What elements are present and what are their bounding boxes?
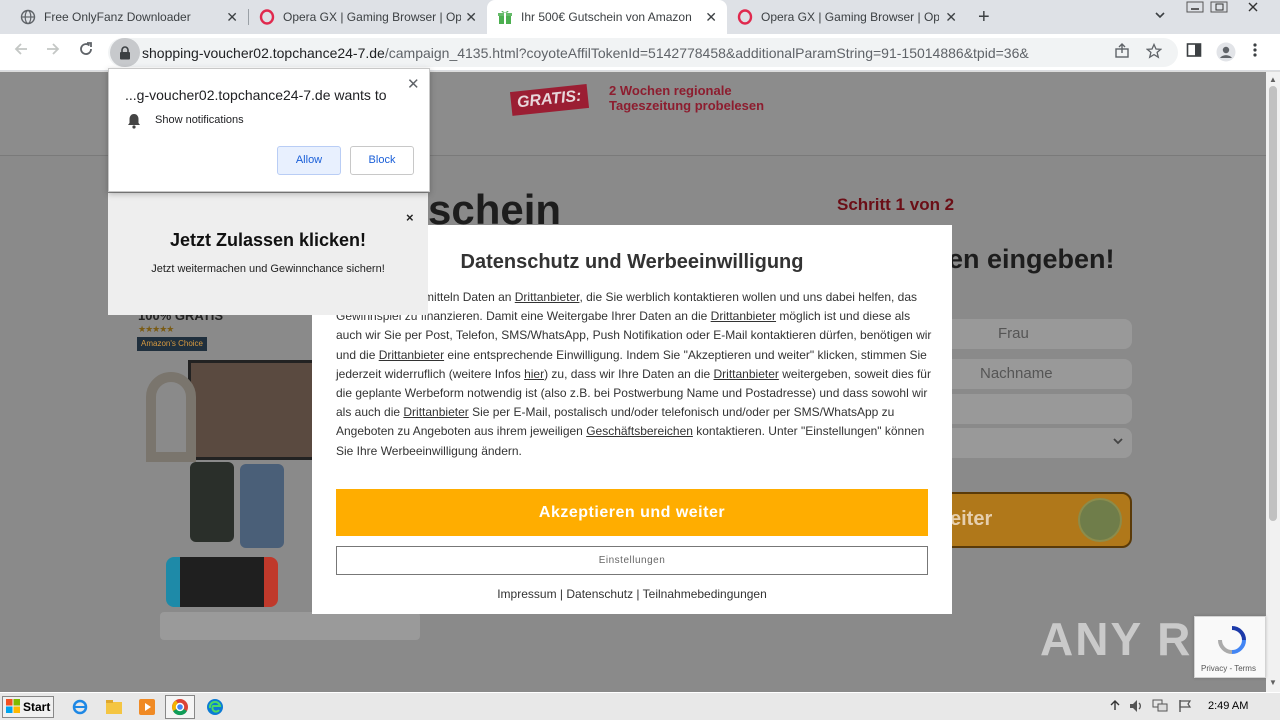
- phone-image: [190, 462, 234, 542]
- permission-label: Show notifications: [155, 114, 244, 126]
- helper-subtitle: Jetzt weitermachen und Gewinnchance sich…: [151, 263, 385, 275]
- gratis-logo: GRATIS:: [497, 78, 601, 128]
- block-button[interactable]: Block: [350, 146, 414, 175]
- product-base-image: [160, 612, 420, 640]
- chevron-down-icon[interactable]: [1154, 9, 1166, 24]
- gratis-badge: GRATIS:: [509, 84, 589, 116]
- geschaeftsbereichen-link[interactable]: Geschäftsbereichen: [586, 424, 693, 438]
- chevron-down-icon: [1112, 434, 1124, 451]
- notification-permission-prompt: ...g-voucher02.topchance24-7.de wants to…: [108, 68, 430, 192]
- back-icon[interactable]: [12, 40, 30, 63]
- forward-icon[interactable]: [44, 40, 62, 63]
- info-link[interactable]: hier: [524, 367, 544, 381]
- drittanbieter-link[interactable]: Drittanbieter: [711, 309, 776, 323]
- close-window-icon[interactable]: [1242, 1, 1264, 15]
- tab-2[interactable]: Opera GX | Gaming Browser | Opera ✕: [249, 0, 487, 34]
- tab-strip: Free OnlyFanz Downloader ✕ Opera GX | Ga…: [0, 0, 1280, 34]
- scroll-up-icon[interactable]: ▲: [1269, 75, 1277, 84]
- internet-explorer-icon[interactable]: [70, 697, 90, 717]
- switch-console-image: [166, 557, 278, 607]
- close-tab-icon[interactable]: ✕: [465, 9, 477, 26]
- page-scrollbar[interactable]: ▲ ▼: [1266, 72, 1280, 692]
- close-tab-icon[interactable]: ✕: [945, 9, 957, 26]
- close-tab-icon[interactable]: ✕: [226, 9, 238, 26]
- settings-button[interactable]: Einstellungen: [336, 546, 928, 575]
- more-menu-icon[interactable]: [1252, 42, 1258, 62]
- recaptcha-logo-icon: [1217, 625, 1247, 660]
- tab-title: Ihr 500€ Gutschein von Amazon: [521, 10, 692, 24]
- recaptcha-badge[interactable]: Privacy - Terms: [1194, 616, 1266, 678]
- start-button[interactable]: Start: [2, 696, 54, 718]
- form-heading: en eingeben!: [948, 244, 1115, 274]
- chrome-icon[interactable]: [165, 695, 195, 719]
- tab-1[interactable]: Free OnlyFanz Downloader ✕: [0, 0, 248, 34]
- file-explorer-icon[interactable]: [104, 697, 124, 717]
- opera-icon: [259, 9, 275, 25]
- media-player-icon[interactable]: [137, 697, 157, 717]
- notification-helper-popup: × Jetzt Zulassen klicken! Jetzt weiterma…: [108, 193, 428, 315]
- rating-stars: ★★★★★: [138, 324, 174, 334]
- drittanbieter-link[interactable]: Drittanbieter: [379, 348, 444, 362]
- recaptcha-terms[interactable]: Privacy - Terms: [1201, 664, 1256, 673]
- browser-toolbar: shopping-voucher02.topchance24-7.de/camp…: [0, 34, 1280, 71]
- drittanbieter-link[interactable]: Drittanbieter: [714, 367, 779, 381]
- monitor-image: [188, 360, 318, 460]
- tab-4[interactable]: Opera GX | Gaming Browser | Opera ✕: [727, 0, 967, 34]
- url-text[interactable]: shopping-voucher02.topchance24-7.de/camp…: [142, 45, 1102, 61]
- opera-icon: [737, 9, 753, 25]
- windows-logo-icon: [6, 698, 20, 716]
- address-bar[interactable]: shopping-voucher02.topchance24-7.de/camp…: [108, 38, 1178, 67]
- action-center-flag-icon[interactable]: [1178, 699, 1192, 716]
- scroll-down-icon[interactable]: ▼: [1269, 678, 1277, 687]
- datenschutz-seal-icon: [1078, 498, 1122, 542]
- edge-icon[interactable]: [205, 697, 225, 717]
- close-tab-icon[interactable]: ✕: [705, 9, 717, 26]
- share-icon[interactable]: [1114, 43, 1130, 63]
- globe-icon: [20, 9, 36, 25]
- allow-button[interactable]: Allow: [277, 146, 341, 175]
- system-clock: 2:49 AM: [1208, 700, 1249, 712]
- tab-3-active[interactable]: Ihr 500€ Gutschein von Amazon ✕: [487, 0, 727, 34]
- datenschutz-link[interactable]: Datenschutz: [566, 587, 633, 601]
- step-indicator: Schritt 1 von 2: [837, 195, 955, 214]
- reload-icon[interactable]: [77, 40, 95, 63]
- iphone-image: [240, 464, 284, 548]
- tab-title: Opera GX | Gaming Browser | Opera: [761, 10, 939, 24]
- accept-button[interactable]: Akzeptieren und weiter: [336, 489, 928, 536]
- maximize-icon[interactable]: [1208, 1, 1230, 15]
- volume-icon[interactable]: [1128, 699, 1144, 716]
- close-popup-icon[interactable]: ×: [406, 210, 414, 225]
- impressum-link[interactable]: Impressum: [497, 587, 556, 601]
- modal-footer-links: Impressum | Datenschutz | Teilnahmebedin…: [497, 587, 767, 601]
- teilnahmebedingungen-link[interactable]: Teilnahmebedingungen: [643, 587, 767, 601]
- headphones-image: [146, 372, 196, 462]
- new-tab-icon[interactable]: +: [978, 6, 990, 29]
- drittanbieter-link[interactable]: Drittanbieter: [515, 290, 580, 304]
- network-icon[interactable]: [1152, 699, 1168, 716]
- scrollbar-thumb[interactable]: [1269, 86, 1277, 521]
- windows-taskbar: Start 2:49 AM: [0, 692, 1280, 720]
- tray-expand-icon[interactable]: [1110, 699, 1120, 714]
- drittanbieter-link[interactable]: Drittanbieter: [403, 405, 468, 419]
- close-icon[interactable]: ✕: [407, 75, 420, 93]
- profile-avatar-icon[interactable]: [1216, 42, 1236, 66]
- permission-origin: ...g-voucher02.topchance24-7.de wants to: [125, 87, 387, 103]
- bookmark-star-icon[interactable]: [1145, 42, 1163, 63]
- tab-title: Free OnlyFanz Downloader: [44, 10, 191, 24]
- side-panel-icon[interactable]: [1186, 42, 1202, 62]
- helper-title: Jetzt Zulassen klicken!: [169, 230, 367, 250]
- amazon-choice-badge: Amazon's Choice: [137, 337, 207, 351]
- bell-icon: [127, 113, 141, 134]
- minimize-icon[interactable]: [1184, 1, 1206, 15]
- lock-icon[interactable]: [110, 38, 140, 67]
- tab-title: Opera GX | Gaming Browser | Opera: [283, 10, 461, 24]
- gift-icon: [497, 9, 513, 25]
- gratis-promo-text: 2 Wochen regionale Tageszeitung probeles…: [609, 83, 765, 113]
